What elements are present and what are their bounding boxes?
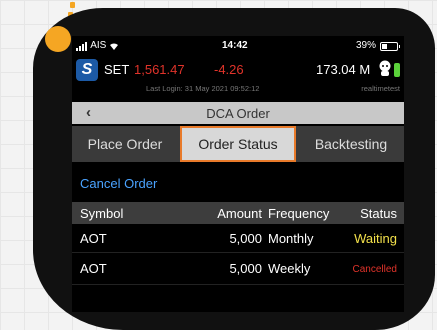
- row-divider: [72, 252, 404, 253]
- index-volume: 173.04 M: [316, 62, 371, 77]
- row-amount: 5,000: [229, 231, 262, 246]
- index-change: -4.26: [214, 62, 244, 77]
- battery-icon: [380, 42, 400, 51]
- market-bar: S SET 1,561.47 -4.26 173.04 M Last Login…: [72, 56, 404, 100]
- index-name: SET: [104, 62, 130, 77]
- row-amount: 5,000: [229, 261, 262, 276]
- row-frequency: Monthly: [268, 231, 314, 246]
- status-bar: AIS 14:42 39%: [72, 40, 404, 54]
- row-status: Cancelled: [352, 264, 397, 275]
- column-symbol: Symbol: [80, 206, 124, 221]
- app-logo-icon: S: [76, 59, 98, 81]
- row-divider: [72, 284, 404, 285]
- tab-backtesting[interactable]: Backtesting: [298, 126, 404, 162]
- assistant-icon[interactable]: [378, 60, 392, 76]
- row-symbol: AOT: [80, 231, 107, 246]
- table-row[interactable]: AOT 5,000 Monthly Waiting: [72, 226, 404, 252]
- clock: 14:42: [222, 40, 248, 51]
- index-value: 1,561.47: [134, 62, 185, 77]
- row-symbol: AOT: [80, 261, 107, 276]
- app-screen: AIS 14:42 39% S SET 1,561.47 -4.26 173.0…: [72, 36, 404, 312]
- column-amount: Amount: [217, 206, 262, 221]
- battery-percent: 39%: [355, 40, 376, 51]
- cancel-order-link[interactable]: Cancel Order: [80, 176, 157, 191]
- connection-indicator: [394, 63, 400, 77]
- last-login: Last Login: 31 May 2021 09:52:12: [146, 84, 260, 93]
- signal-icon: [76, 40, 88, 51]
- tab-place-order[interactable]: Place Order: [72, 126, 178, 162]
- battery-level-fill: [382, 44, 388, 49]
- table-header: Symbol Amount Frequency Status: [72, 202, 404, 224]
- table-row[interactable]: AOT 5,000 Weekly Cancelled: [72, 256, 404, 282]
- tab-bar: Place Order Order Status Backtesting: [72, 126, 404, 162]
- row-status: Waiting: [354, 231, 397, 246]
- highlight-dot: [45, 26, 71, 52]
- carrier-info: AIS: [76, 40, 119, 51]
- page-header: ‹ DCA Order: [72, 102, 404, 124]
- wifi-icon: [110, 42, 119, 50]
- user-name: realtimetest: [361, 84, 400, 93]
- column-frequency: Frequency: [268, 206, 330, 221]
- page-title: DCA Order: [206, 106, 270, 121]
- row-frequency: Weekly: [268, 261, 311, 276]
- tab-order-status[interactable]: Order Status: [180, 126, 296, 162]
- column-status: Status: [360, 206, 397, 221]
- carrier-name: AIS: [90, 40, 107, 52]
